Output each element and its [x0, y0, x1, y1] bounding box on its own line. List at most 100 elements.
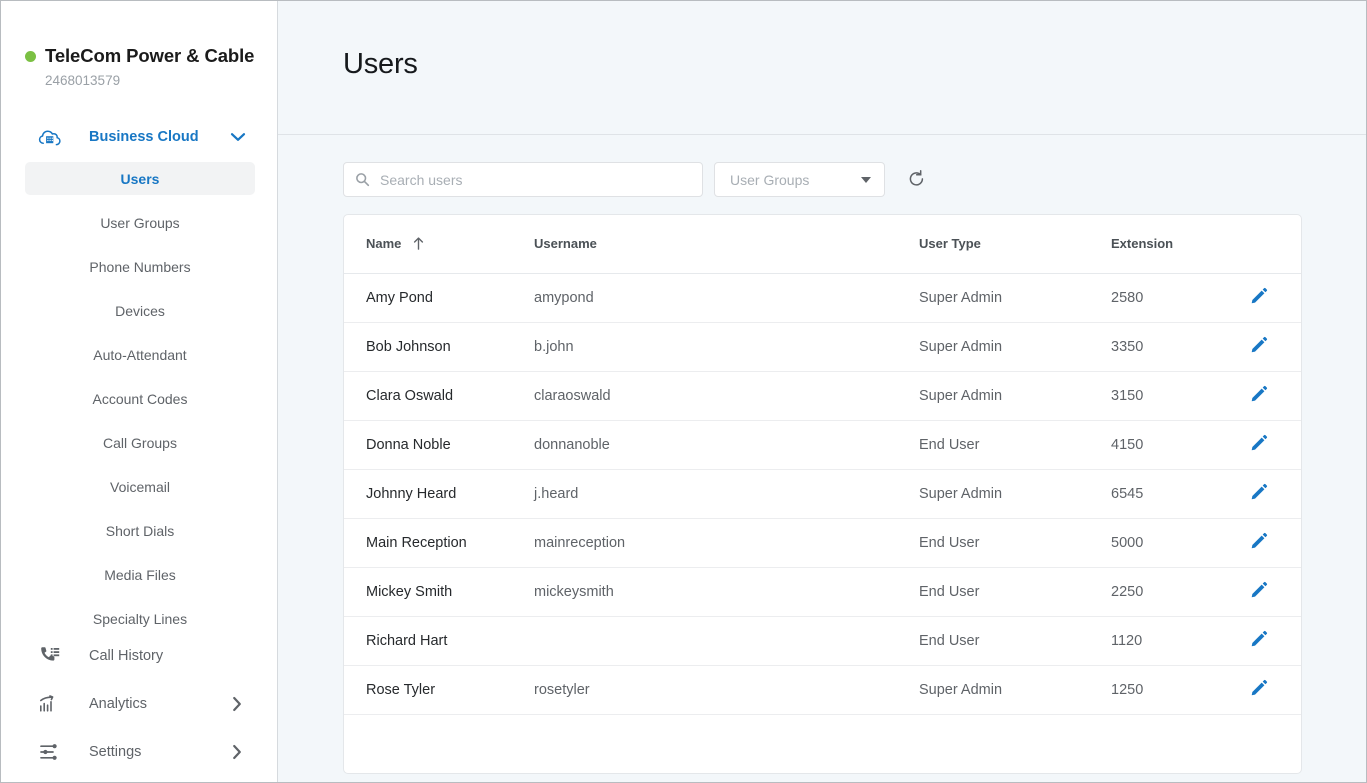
cell-extension: 6545	[1111, 469, 1241, 519]
cell-user-type: End User	[919, 567, 1111, 617]
cell-username: donnanoble	[534, 420, 919, 470]
sidebar-item-label: User Groups	[100, 214, 180, 231]
sidebar-sub-list: Users User Groups Phone Numbers Devices …	[1, 162, 277, 635]
refresh-icon	[907, 169, 926, 191]
page-header: Users	[278, 1, 1366, 135]
chevron-right-icon[interactable]	[232, 696, 242, 712]
table-row[interactable]: Johnny Heard j.heard Super Admin 6545	[344, 469, 1301, 519]
pencil-icon	[1250, 483, 1268, 504]
sidebar-item-label: Media Files	[104, 566, 176, 583]
search-input-wrapper[interactable]	[343, 162, 703, 197]
table-row[interactable]: Main Reception mainreception End User 50…	[344, 518, 1301, 568]
edit-row-button[interactable]	[1246, 628, 1272, 654]
cell-extension: 5000	[1111, 518, 1241, 568]
column-header-label: Extension	[1111, 236, 1174, 252]
sidebar-item-account-codes[interactable]: Account Codes	[25, 382, 255, 415]
sidebar-item-phone-numbers[interactable]: Phone Numbers	[25, 250, 255, 283]
arrow-up-icon[interactable]	[412, 236, 425, 251]
search-icon	[355, 172, 370, 187]
cell-actions	[1241, 322, 1301, 372]
edit-row-button[interactable]	[1246, 432, 1272, 458]
user-groups-select-value: User Groups	[730, 171, 810, 188]
sidebar-item-settings[interactable]: Settings	[1, 728, 277, 776]
cell-actions	[1241, 616, 1301, 666]
status-dot-icon	[25, 50, 36, 62]
table-row[interactable]: Richard Hart End User 1120	[344, 616, 1301, 666]
content-area: User Groups	[278, 135, 1366, 782]
cell-username: mainreception	[534, 518, 919, 568]
cell-name: Main Reception	[344, 518, 534, 568]
edit-row-button[interactable]	[1246, 334, 1272, 360]
edit-row-button[interactable]	[1246, 530, 1272, 556]
table-row[interactable]: Amy Pond amypond Super Admin 2580	[344, 273, 1301, 323]
sidebar-item-analytics[interactable]: Analytics	[1, 680, 277, 728]
cell-user-type: End User	[919, 420, 1111, 470]
user-groups-select[interactable]: User Groups	[714, 162, 885, 197]
pencil-icon	[1250, 434, 1268, 455]
cell-user-type: Super Admin	[919, 322, 1111, 372]
table-row[interactable]: Mickey Smith mickeysmith End User 2250	[344, 567, 1301, 617]
chart-trend-icon	[37, 693, 63, 715]
cell-user-type: End User	[919, 616, 1111, 666]
cell-actions	[1241, 518, 1301, 568]
table-row[interactable]: Donna Noble donnanoble End User 4150	[344, 420, 1301, 470]
sidebar-item-label: Auto-Attendant	[93, 346, 187, 363]
chevron-down-icon[interactable]	[230, 132, 246, 142]
cell-user-type: Super Admin	[919, 371, 1111, 421]
sidebar-item-auto-attendant[interactable]: Auto-Attendant	[25, 338, 255, 371]
sidebar-item-users[interactable]: Users	[25, 162, 255, 195]
sidebar-item-label: Phone Numbers	[89, 258, 191, 275]
column-header-user-type[interactable]: User Type	[919, 215, 1111, 274]
sidebar-item-voicemail[interactable]: Voicemail	[25, 470, 255, 503]
refresh-button[interactable]	[901, 165, 931, 195]
column-header-username[interactable]: Username	[534, 215, 919, 274]
sidebar-item-call-groups[interactable]: Call Groups	[25, 426, 255, 459]
column-header-extension[interactable]: Extension	[1111, 215, 1241, 274]
edit-row-button[interactable]	[1246, 481, 1272, 507]
org-name: TeleCom Power & Cable	[45, 45, 255, 66]
sidebar-item-short-dials[interactable]: Short Dials	[25, 514, 255, 547]
pencil-icon	[1250, 532, 1268, 553]
cell-username: claraoswald	[534, 371, 919, 421]
column-header-name[interactable]: Name	[344, 215, 534, 274]
cell-user-type: End User	[919, 518, 1111, 568]
cell-name: Mickey Smith	[344, 567, 534, 617]
search-input[interactable]	[380, 171, 691, 188]
sidebar-section-business-cloud[interactable]: Business Cloud	[1, 118, 277, 156]
sidebar-item-specialty-lines[interactable]: Specialty Lines	[25, 602, 255, 635]
sidebar-item-user-groups[interactable]: User Groups	[25, 206, 255, 239]
sidebar-item-label: Call History	[89, 648, 164, 664]
table-row[interactable]: Clara Oswald claraoswald Super Admin 315…	[344, 371, 1301, 421]
edit-row-button[interactable]	[1246, 383, 1272, 409]
sidebar-item-label: Users	[120, 170, 160, 187]
sidebar-item-devices[interactable]: Devices	[25, 294, 255, 327]
sidebar-item-call-history[interactable]: Call History	[1, 632, 277, 680]
edit-row-button[interactable]	[1246, 285, 1272, 311]
sidebar-section-label: Business Cloud	[89, 129, 199, 145]
pencil-icon	[1250, 287, 1268, 308]
cell-username: j.heard	[534, 469, 919, 519]
sidebar-item-label: Analytics	[89, 696, 148, 712]
edit-row-button[interactable]	[1246, 579, 1272, 605]
table-row[interactable]: Bob Johnson b.john Super Admin 3350	[344, 322, 1301, 372]
pencil-icon	[1250, 385, 1268, 406]
org-account-id: 2468013579	[45, 73, 121, 88]
sidebar-item-media-files[interactable]: Media Files	[25, 558, 255, 591]
table-header-row: Name Username User Type Extension	[344, 215, 1301, 274]
sidebar-item-label: Settings	[89, 744, 142, 760]
app-window: TeleCom Power & Cable 2468013579 Busines…	[0, 0, 1367, 783]
cloud-building-icon	[37, 126, 63, 148]
sidebar-item-label: Specialty Lines	[92, 610, 188, 627]
toolbar: User Groups	[343, 162, 1302, 197]
cell-name: Rose Tyler	[344, 665, 534, 715]
users-table-card: Name Username User Type Extension Amy Po…	[343, 214, 1302, 774]
table-row[interactable]: Rose Tyler rosetyler Super Admin 1250	[344, 665, 1301, 715]
cell-user-type: Super Admin	[919, 273, 1111, 323]
cell-extension: 1120	[1111, 616, 1241, 666]
chevron-right-icon[interactable]	[232, 744, 242, 760]
cell-actions	[1241, 371, 1301, 421]
cell-user-type: Super Admin	[919, 469, 1111, 519]
cell-name: Richard Hart	[344, 616, 534, 666]
cell-name: Clara Oswald	[344, 371, 534, 421]
edit-row-button[interactable]	[1246, 677, 1272, 703]
